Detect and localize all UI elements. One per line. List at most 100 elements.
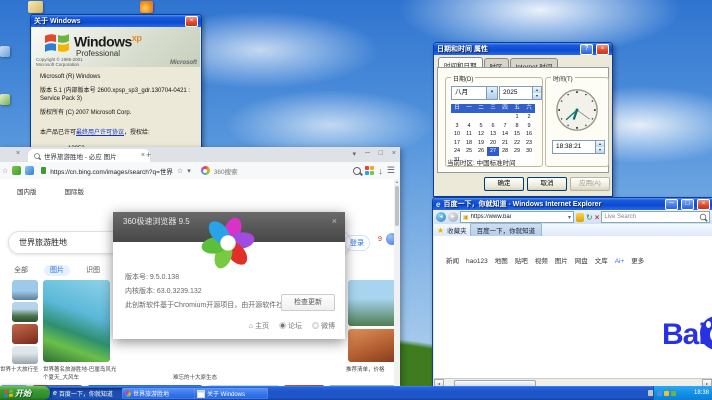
close-icon[interactable]: × bbox=[697, 198, 710, 210]
desktop-icon-left-2[interactable] bbox=[0, 94, 10, 105]
about-360-link[interactable]: ◉ 论坛 bbox=[279, 323, 302, 330]
favorites-star-icon[interactable]: ★ bbox=[437, 226, 444, 235]
image-caption[interactable]: 世界著名旅游胜地-巴厘岛风光 bbox=[43, 365, 153, 373]
url-text[interactable]: https://cn.bing.com/images/search?q=世界 bbox=[50, 166, 173, 176]
calendar-day[interactable]: 12 bbox=[475, 130, 487, 139]
partial-icon[interactable]: ☆ bbox=[2, 167, 8, 175]
datetime-titlebar[interactable]: 日期和时间 属性 ? × bbox=[434, 43, 612, 55]
login-button[interactable]: 登录 bbox=[344, 235, 370, 251]
calendar-day[interactable]: 28 bbox=[499, 147, 511, 156]
calendar-day[interactable] bbox=[475, 113, 487, 122]
baidu-nav-link[interactable]: hao123 bbox=[466, 258, 488, 265]
image-thumbnail[interactable] bbox=[12, 324, 38, 344]
about-360-link[interactable]: ◎ 微博 bbox=[312, 323, 335, 330]
calendar-day[interactable] bbox=[523, 156, 535, 165]
calendar-day[interactable]: 13 bbox=[487, 130, 499, 139]
about-360-link[interactable]: ⌂ 主页 bbox=[249, 323, 269, 330]
calendar-day[interactable]: 10 bbox=[451, 130, 463, 139]
calendar-day[interactable]: 4 bbox=[463, 122, 475, 131]
year-spinner[interactable]: 2025 ▴ ▾ bbox=[499, 86, 542, 100]
image-thumbnail[interactable] bbox=[12, 302, 38, 322]
calendar-day[interactable]: 2 bbox=[523, 113, 535, 122]
image-thumbnail[interactable] bbox=[12, 346, 38, 364]
toolbar-search-icon[interactable] bbox=[353, 166, 362, 175]
desktop-icon-left-1[interactable] bbox=[0, 46, 10, 57]
maximize-icon[interactable]: □ bbox=[681, 198, 694, 210]
close-icon[interactable]: × bbox=[185, 15, 198, 27]
year-spin-buttons[interactable]: ▴ ▾ bbox=[532, 87, 541, 99]
image-thumbnail-large[interactable] bbox=[43, 280, 110, 362]
tray-icon-network[interactable] bbox=[657, 390, 662, 396]
region-tab[interactable]: 国际版 bbox=[58, 184, 92, 198]
more-icon[interactable]: ▾ bbox=[352, 150, 356, 158]
image-caption[interactable]: 世界十大旅行圣 bbox=[0, 365, 40, 373]
engine-label[interactable]: 360搜索 bbox=[214, 166, 238, 176]
calendar-day[interactable]: 27 bbox=[487, 147, 499, 156]
search-icon[interactable] bbox=[699, 213, 707, 221]
tray-icon-update[interactable] bbox=[671, 390, 676, 396]
image-caption[interactable]: 推荐清单，价格 bbox=[346, 365, 400, 373]
chevron-down-icon[interactable]: ▾ bbox=[187, 167, 191, 175]
image-caption[interactable]: 难忘的十大原生态 bbox=[173, 373, 253, 381]
eula-link[interactable]: 最终用户许可协议 bbox=[76, 130, 124, 136]
desktop-icon-360[interactable] bbox=[140, 1, 153, 13]
about-windows-titlebar[interactable]: 关于 Windows × bbox=[31, 15, 201, 27]
calendar-day[interactable]: 16 bbox=[523, 130, 535, 139]
calendar-day[interactable]: 9 bbox=[523, 122, 535, 131]
region-tab[interactable]: 国内版 bbox=[10, 184, 44, 198]
calendar-day[interactable]: 6 bbox=[487, 122, 499, 131]
ie-titlebar[interactable]: e 百度一下，你就知道 - Windows Internet Explorer … bbox=[433, 198, 712, 210]
new-tab-button[interactable]: + bbox=[146, 150, 151, 160]
month-select[interactable]: 八月 ▾ bbox=[451, 86, 498, 100]
calendar-day[interactable]: 15 bbox=[511, 130, 523, 139]
calendar-day[interactable] bbox=[451, 113, 463, 122]
calendar-day[interactable]: 23 bbox=[523, 139, 535, 148]
calendar-day[interactable]: 1 bbox=[511, 113, 523, 122]
refresh-icon[interactable]: ↻ bbox=[586, 213, 593, 222]
download-icon[interactable]: ↓ bbox=[378, 166, 383, 176]
calendar-day[interactable]: 21 bbox=[499, 139, 511, 148]
close-icon[interactable]: × bbox=[596, 43, 609, 55]
vertical-scrollbar[interactable]: ▴ bbox=[394, 179, 400, 386]
360-search-icon[interactable] bbox=[200, 166, 210, 175]
browser-tab[interactable]: 世界旅游胜地 - 必应 图片 × bbox=[28, 149, 150, 162]
calendar-day[interactable]: 19 bbox=[475, 139, 487, 148]
baidu-nav-link[interactable]: Ai+ bbox=[615, 258, 625, 265]
calendar-day[interactable]: 5 bbox=[475, 122, 487, 131]
ghost-tab-close-icon[interactable]: × bbox=[16, 150, 20, 157]
image-thumbnail[interactable] bbox=[348, 329, 400, 362]
address-bar[interactable]: ▣ https://www.bai ▾ bbox=[460, 211, 574, 223]
baidu-nav-link[interactable]: 图片 bbox=[555, 258, 568, 265]
filter-tab[interactable]: 图片 bbox=[44, 265, 70, 276]
chevron-down-icon[interactable]: ▾ bbox=[568, 214, 571, 221]
stop-icon[interactable]: × bbox=[595, 213, 600, 222]
calendar-day[interactable] bbox=[487, 113, 499, 122]
baidu-nav-link[interactable]: 地图 bbox=[495, 258, 508, 265]
calendar-day[interactable]: 29 bbox=[511, 147, 523, 156]
extension-icon-blue[interactable] bbox=[25, 166, 35, 175]
taskbar-item-ie[interactable]: e 百度一下，你就知道 bbox=[50, 388, 124, 399]
calendar-day[interactable] bbox=[499, 113, 511, 122]
check-update-button[interactable]: 检查更新 bbox=[281, 294, 335, 311]
tray-icon-security[interactable] bbox=[664, 390, 669, 396]
ie-search-box[interactable]: Live Search bbox=[601, 211, 710, 223]
calendar-day[interactable]: 14 bbox=[499, 130, 511, 139]
baidu-nav-link[interactable]: 网盘 bbox=[575, 258, 588, 265]
calendar-day[interactable]: 3 bbox=[451, 122, 463, 131]
close-icon[interactable]: × bbox=[332, 216, 337, 226]
apply-button[interactable]: 应用(A) bbox=[570, 177, 610, 191]
apps-grid-icon[interactable] bbox=[365, 166, 375, 175]
window-close-icon[interactable]: × bbox=[392, 150, 396, 157]
ie-page-tab[interactable]: 百度一下，你就知道 bbox=[469, 223, 543, 237]
baidu-nav-link[interactable]: 新闻 bbox=[446, 258, 459, 265]
start-button[interactable]: 开始 bbox=[0, 386, 50, 400]
time-spinner[interactable]: 18:38:21 ▴ ▾ bbox=[552, 140, 605, 154]
taskbar-item-browser[interactable]: 世界旅游胜地 bbox=[122, 388, 196, 399]
calendar-day[interactable]: 18 bbox=[463, 139, 475, 148]
image-thumbnail[interactable] bbox=[12, 280, 38, 300]
scrollbar-thumb[interactable] bbox=[395, 186, 399, 226]
help-icon[interactable]: ? bbox=[580, 43, 593, 55]
calendar-day[interactable]: 30 bbox=[523, 147, 535, 156]
calendar-day[interactable] bbox=[463, 113, 475, 122]
taskbar-item-about-windows[interactable]: 关于 Windows bbox=[194, 388, 268, 399]
